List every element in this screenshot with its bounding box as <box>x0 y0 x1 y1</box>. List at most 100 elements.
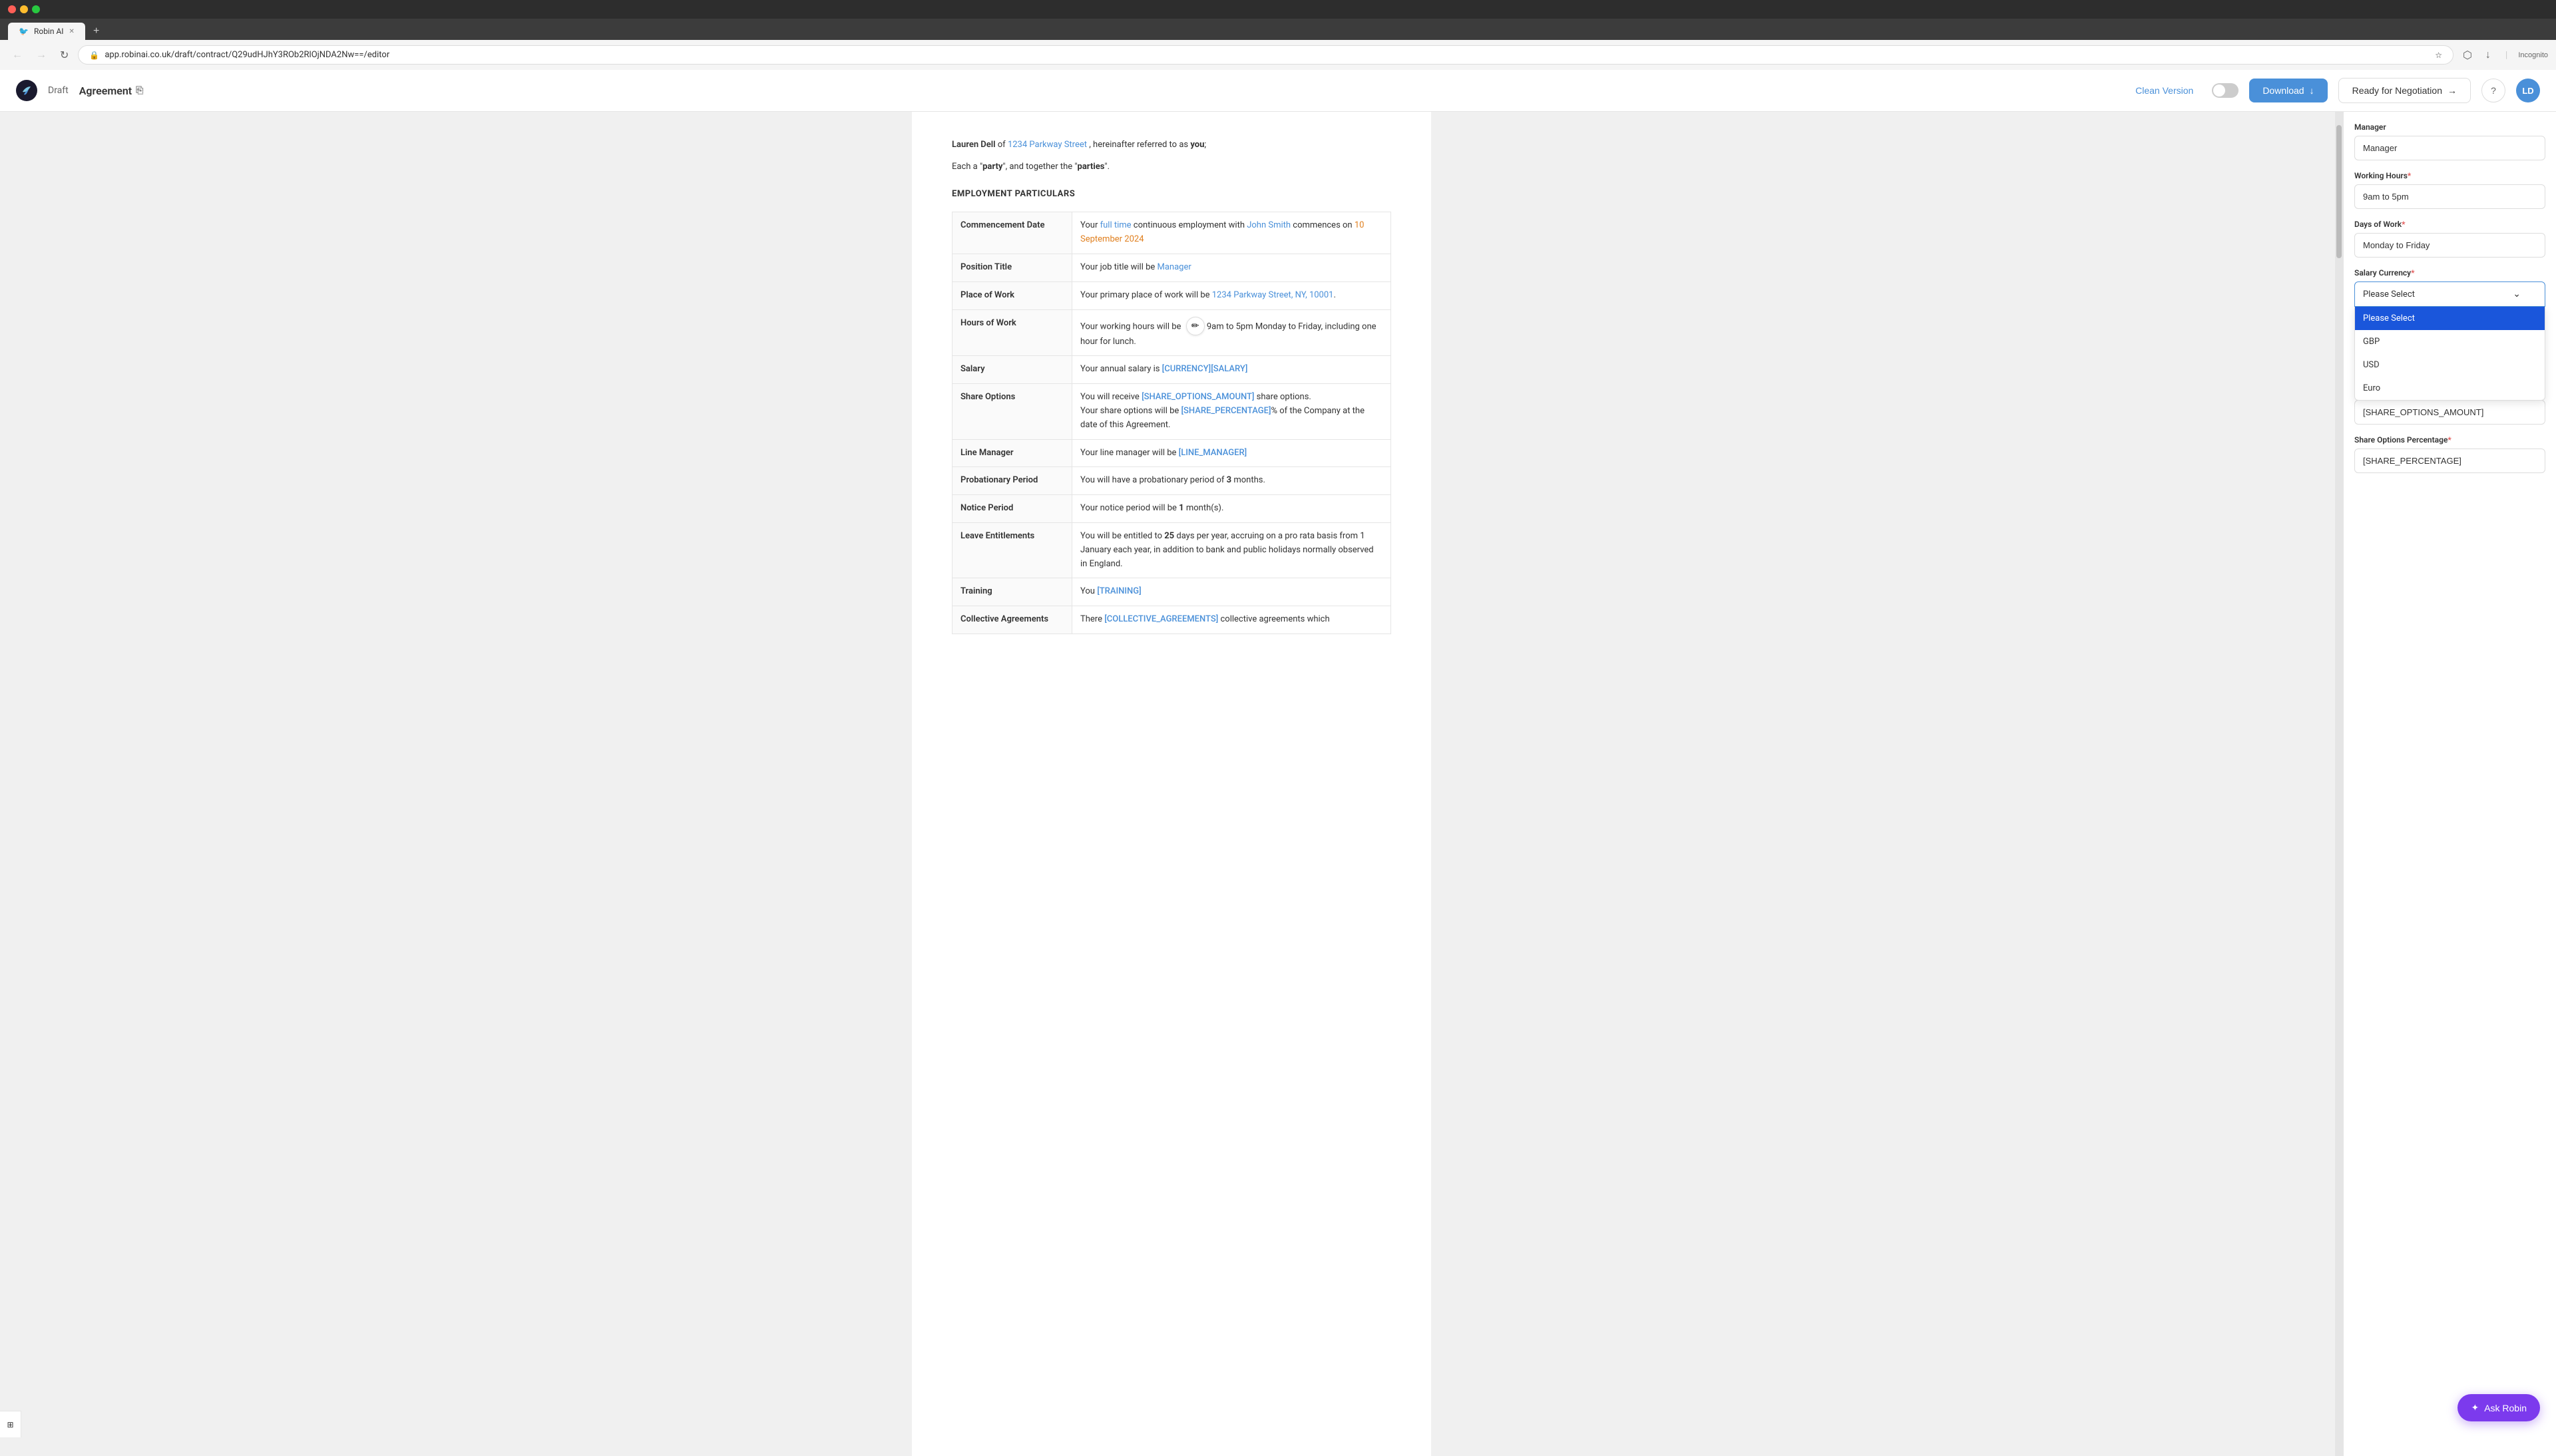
incognito-button[interactable]: Incognito <box>2518 51 2548 59</box>
row-label: Leave Entitlements <box>953 522 1072 578</box>
table-row: Collective Agreements There [COLLECTIVE_… <box>953 606 1391 634</box>
maximize-window-button[interactable] <box>32 5 40 13</box>
document-scrollbar-thumb[interactable] <box>2336 125 2342 258</box>
close-window-button[interactable] <box>8 5 16 13</box>
working-hours-input[interactable] <box>2354 184 2545 209</box>
window-controls <box>8 5 40 13</box>
row-content: Your notice period will be 1 month(s). <box>1072 495 1391 523</box>
browser-chrome <box>0 0 2556 19</box>
tab-favicon: 🐦 <box>19 27 29 36</box>
question-mark-icon: ? <box>2491 85 2496 96</box>
app-logo-icon <box>16 80 37 101</box>
address-bar-row: ← → ↻ 🔒 app.robinai.co.uk/draft/contract… <box>0 40 2556 70</box>
row-content: You [TRAINING] <box>1072 578 1391 606</box>
download-indicator-button[interactable]: ↓ <box>2481 48 2495 63</box>
manager-form-group: Manager <box>2354 122 2545 160</box>
row-content: You will have a probationary period of 3… <box>1072 467 1391 495</box>
share-options-input[interactable] <box>2354 400 2545 425</box>
star-icon: ☆ <box>2435 51 2442 60</box>
ask-robin-icon: ✦ <box>2471 1402 2479 1413</box>
clean-version-toggle[interactable] <box>2212 83 2238 98</box>
row-label: Line Manager <box>953 439 1072 467</box>
tab-close-button[interactable]: ✕ <box>69 28 75 35</box>
row-label: Collective Agreements <box>953 606 1072 634</box>
url-text: app.robinai.co.uk/draft/contract/Q29udHJ… <box>105 50 2430 60</box>
share-options-percentage-input[interactable] <box>2354 449 2545 473</box>
row-content: Your job title will be Manager <box>1072 254 1391 281</box>
row-content: You will be entitled to 25 days per year… <box>1072 522 1391 578</box>
bottom-panel-button[interactable]: ⊞ <box>0 1411 21 1437</box>
draft-label: Draft <box>48 85 69 96</box>
download-button[interactable]: Download ↓ <box>2249 79 2327 102</box>
lock-icon: 🔒 <box>89 51 99 60</box>
active-tab[interactable]: 🐦 Robin AI ✕ <box>8 23 85 40</box>
ask-robin-button[interactable]: ✦ Ask Robin <box>2457 1394 2540 1421</box>
ready-for-negotiation-button[interactable]: Ready for Negotiation → <box>2338 78 2471 103</box>
share-options-percentage-form-group: Share Options Percentage* <box>2354 435 2545 473</box>
sidebar-panel: Manager Working Hours* Days of Work* Sal… <box>2343 112 2556 1456</box>
copy-icon: ⎘ <box>136 85 143 96</box>
download-icon: ↓ <box>2310 85 2314 96</box>
row-content: You will receive [SHARE_OPTIONS_AMOUNT] … <box>1072 384 1391 439</box>
new-tab-button[interactable]: + <box>88 25 105 37</box>
app-header: Draft Agreement ⎘ Clean Version Download… <box>0 70 2556 112</box>
panel-icon: ⊞ <box>7 1420 13 1429</box>
intro-paragraph: Lauren Dell of 1234 Parkway Street , her… <box>952 138 1391 152</box>
dropdown-option-please-select[interactable]: Please Select <box>2355 307 2545 330</box>
address-bar[interactable]: 🔒 app.robinai.co.uk/draft/contract/Q29ud… <box>78 45 2453 65</box>
document-scrollbar-track[interactable] <box>2335 112 2343 1456</box>
row-content: Your primary place of work will be 1234 … <box>1072 281 1391 309</box>
help-button[interactable]: ? <box>2481 79 2505 102</box>
row-label: Notice Period <box>953 495 1072 523</box>
salary-currency-label: Salary Currency* <box>2354 268 2545 277</box>
salary-currency-dropdown-list: Please Select GBP USD Euro <box>2354 307 2545 401</box>
dropdown-option-euro[interactable]: Euro <box>2355 377 2545 400</box>
section-title: EMPLOYMENT PARTICULARS <box>952 188 1391 202</box>
days-of-work-form-group: Days of Work* <box>2354 220 2545 258</box>
extensions-button[interactable]: ⬡ <box>2459 47 2476 63</box>
row-label: Training <box>953 578 1072 606</box>
salary-currency-form-group: Salary Currency* Please Select ⌄ Please … <box>2354 268 2545 307</box>
row-content: Your line manager will be [LINE_MANAGER] <box>1072 439 1391 467</box>
manager-input[interactable] <box>2354 136 2545 160</box>
tab-bar: 🐦 Robin AI ✕ + <box>0 19 2556 40</box>
dropdown-option-gbp[interactable]: GBP <box>2355 330 2545 353</box>
row-label: Probationary Period <box>953 467 1072 495</box>
refresh-button[interactable]: ↻ <box>56 47 73 63</box>
manager-label: Manager <box>2354 122 2545 132</box>
table-row: Share Options You will receive [SHARE_OP… <box>953 384 1391 439</box>
table-row: Salary Your annual salary is [CURRENCY][… <box>953 356 1391 384</box>
back-button[interactable]: ← <box>8 48 27 63</box>
edit-hours-button[interactable]: ✏ <box>1186 317 1205 335</box>
contract-table: Commencement Date Your full time continu… <box>952 212 1391 634</box>
row-content: There [COLLECTIVE_AGREEMENTS] collective… <box>1072 606 1391 634</box>
row-content: Your annual salary is [CURRENCY][SALARY] <box>1072 356 1391 384</box>
main-layout: Lauren Dell of 1234 Parkway Street , her… <box>0 112 2556 1456</box>
salary-currency-select[interactable]: Please Select ⌄ <box>2354 281 2545 307</box>
tab-title: Robin AI <box>34 27 64 36</box>
share-options-percentage-label: Share Options Percentage* <box>2354 435 2545 445</box>
address-link: 1234 Parkway Street <box>1008 140 1087 150</box>
arrow-right-icon: → <box>2448 85 2457 96</box>
table-row: Line Manager Your line manager will be [… <box>953 439 1391 467</box>
days-of-work-label: Days of Work* <box>2354 220 2545 229</box>
salary-currency-selected-value: Please Select <box>2363 289 2415 299</box>
table-row: Hours of Work Your working hours will be… <box>953 309 1391 356</box>
minimize-window-button[interactable] <box>20 5 28 13</box>
clean-version-button[interactable]: Clean Version <box>2127 80 2201 101</box>
party-paragraph: Each a "party", and together the "partie… <box>952 160 1391 174</box>
document-text: Lauren Dell of 1234 Parkway Street , her… <box>952 138 1391 634</box>
days-of-work-input[interactable] <box>2354 233 2545 258</box>
download-label: Download <box>2262 85 2304 96</box>
row-label: Commencement Date <box>953 212 1072 254</box>
table-row: Notice Period Your notice period will be… <box>953 495 1391 523</box>
document-area: Lauren Dell of 1234 Parkway Street , her… <box>0 112 2343 1456</box>
forward-button[interactable]: → <box>32 48 51 63</box>
avatar-button[interactable]: LD <box>2516 79 2540 102</box>
row-label: Share Options <box>953 384 1072 439</box>
ask-robin-label: Ask Robin <box>2484 1403 2527 1413</box>
row-content: Your working hours will be ✏ 9am to 5pm … <box>1072 309 1391 356</box>
table-row: Training You [TRAINING] <box>953 578 1391 606</box>
table-row: Commencement Date Your full time continu… <box>953 212 1391 254</box>
dropdown-option-usd[interactable]: USD <box>2355 353 2545 377</box>
